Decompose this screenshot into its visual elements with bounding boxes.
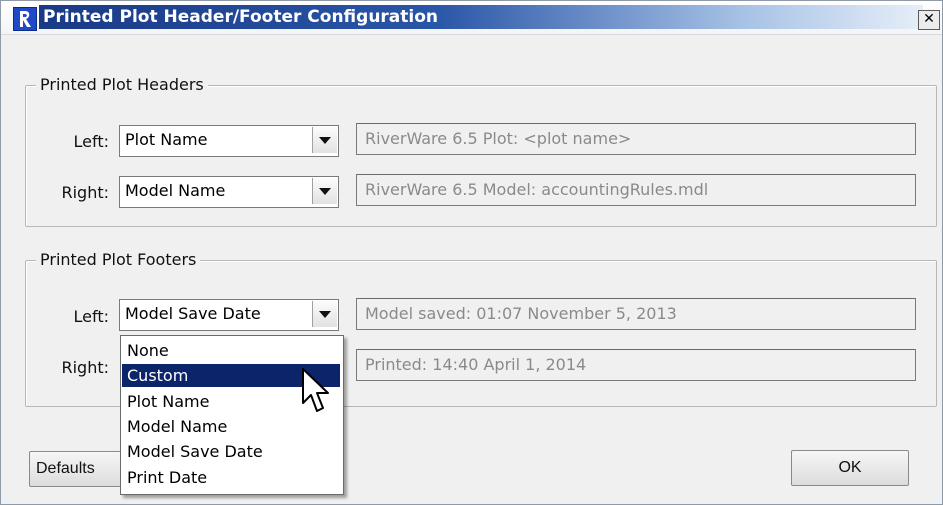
header-right-preview: RiverWare 6.5 Model: accountingRules.mdl <box>356 174 916 206</box>
footer-left-combo[interactable]: Model Save Date <box>119 299 339 331</box>
footer-left-preview: Model saved: 01:07 November 5, 2013 <box>356 298 916 330</box>
close-icon[interactable]: ✕ <box>918 10 940 30</box>
footer-left-value: Model Save Date <box>125 304 261 323</box>
chevron-down-icon[interactable] <box>312 301 337 327</box>
header-left-combo[interactable]: Plot Name <box>119 125 339 157</box>
mouse-pointer-icon <box>302 368 329 412</box>
title-bar[interactable]: Printed Plot Header/Footer Configuration… <box>1 1 942 35</box>
dropdown-option-none[interactable]: None <box>122 339 340 362</box>
footer-left-label: Left: <box>73 307 110 326</box>
footers-group-title: Printed Plot Footers <box>36 250 201 269</box>
header-right-label: Right: <box>61 183 109 202</box>
header-right-preview-text: RiverWare 6.5 Model: accountingRules.mdl <box>365 180 709 199</box>
footer-left-dropdown-list[interactable]: None Custom Plot Name Model Name Model S… <box>120 335 344 495</box>
dropdown-option-model-save-date[interactable]: Model Save Date <box>122 440 340 463</box>
header-right-combo[interactable]: Model Name <box>119 176 339 208</box>
header-left-label: Left: <box>73 132 110 151</box>
footer-left-preview-text: Model saved: 01:07 November 5, 2013 <box>365 304 677 323</box>
footer-right-preview-text: Printed: 14:40 April 1, 2014 <box>365 355 587 374</box>
header-left-value: Plot Name <box>125 130 208 149</box>
ok-button[interactable]: OK <box>791 450 909 486</box>
footer-right-preview: Printed: 14:40 April 1, 2014 <box>356 349 916 381</box>
riverware-logo-icon <box>13 7 37 31</box>
header-right-value: Model Name <box>125 181 226 200</box>
window-title: Printed Plot Header/Footer Configuration <box>39 5 923 29</box>
header-left-preview: RiverWare 6.5 Plot: <plot name> <box>356 123 916 155</box>
header-left-preview-text: RiverWare 6.5 Plot: <plot name> <box>365 129 632 148</box>
chevron-down-icon[interactable] <box>312 178 337 204</box>
headers-group-title: Printed Plot Headers <box>36 75 208 94</box>
footer-right-label: Right: <box>61 358 109 377</box>
dropdown-option-print-date[interactable]: Print Date <box>122 466 340 489</box>
config-dialog: Printed Plot Header/Footer Configuration… <box>0 0 943 505</box>
dropdown-option-model-name[interactable]: Model Name <box>122 415 340 438</box>
chevron-down-icon[interactable] <box>312 127 337 153</box>
